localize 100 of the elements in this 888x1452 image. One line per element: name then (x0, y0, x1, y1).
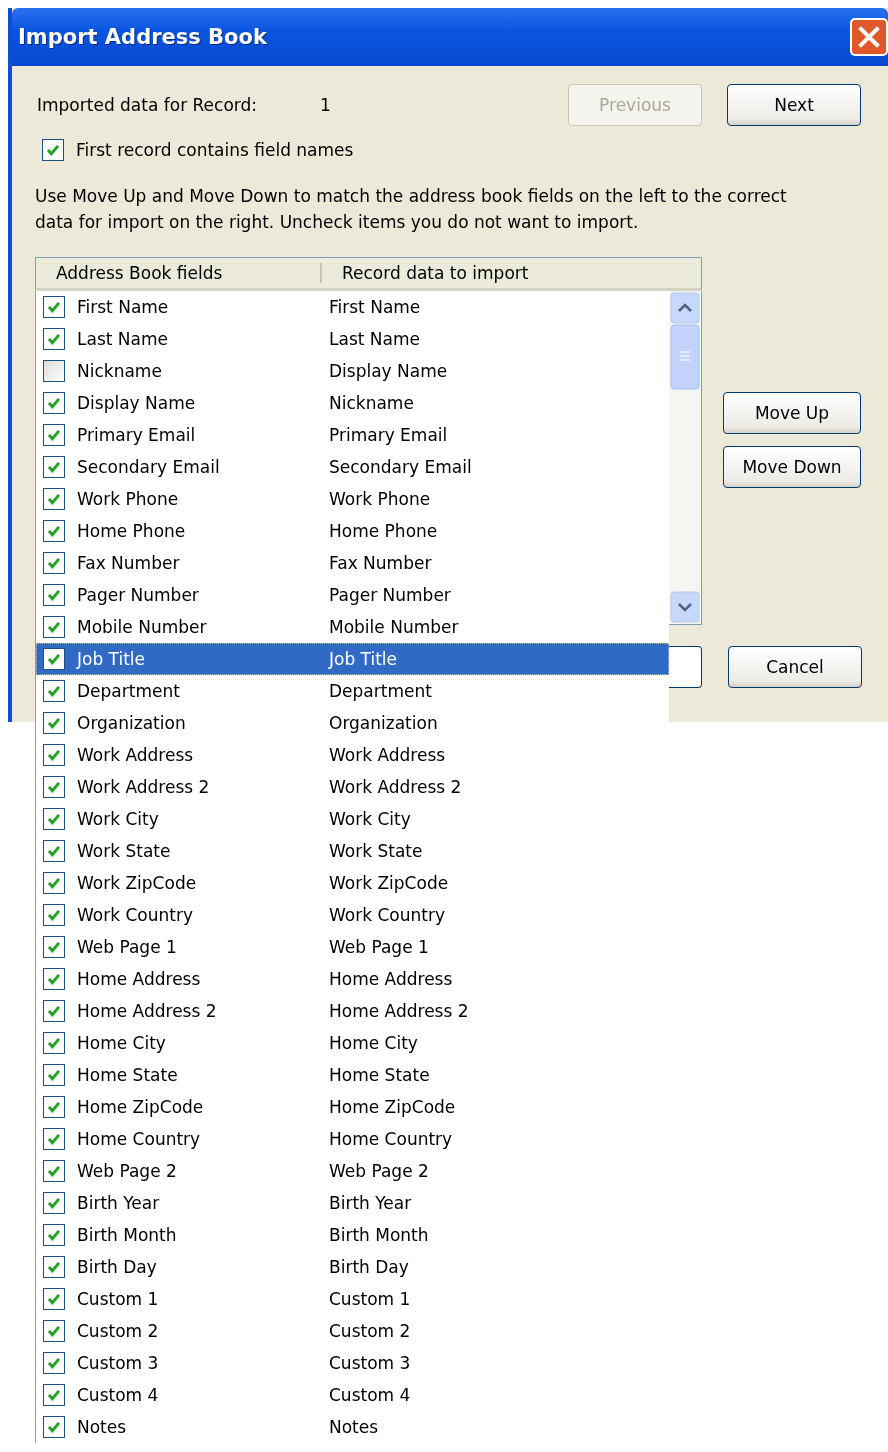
checkbox[interactable] (43, 968, 65, 990)
list-row[interactable]: Notes Notes (36, 1411, 669, 1443)
scrollbar[interactable] (669, 291, 702, 625)
checkbox[interactable] (43, 296, 65, 318)
checkbox[interactable] (43, 840, 65, 862)
checkbox[interactable] (43, 1032, 65, 1054)
list-row[interactable]: Custom 3 Custom 3 (36, 1347, 669, 1379)
checkbox[interactable] (43, 1416, 65, 1438)
list-row[interactable]: Work City Work City (36, 803, 669, 835)
checkbox[interactable] (43, 680, 65, 702)
field-name: Work State (77, 841, 172, 861)
checkbox[interactable] (43, 1160, 65, 1182)
checkbox[interactable] (43, 1320, 65, 1342)
list-row[interactable]: Work Country Work Country (36, 899, 669, 931)
list-row[interactable]: Custom 4 Custom 4 (36, 1379, 669, 1411)
record-value: Pager Number (329, 585, 451, 605)
checkbox[interactable] (43, 392, 65, 414)
record-value: Secondary Email (329, 457, 472, 477)
list-row[interactable]: Custom 1 Custom 1 (36, 1283, 669, 1315)
field-name: Mobile Number (77, 617, 208, 637)
scroll-down-icon[interactable] (670, 591, 700, 623)
checkbox[interactable] (43, 520, 65, 542)
checkbox[interactable] (43, 1288, 65, 1310)
checkbox[interactable] (43, 328, 65, 350)
checkbox[interactable] (43, 1000, 65, 1022)
next-button[interactable]: Next (727, 84, 861, 126)
checkbox[interactable] (43, 1256, 65, 1278)
checkbox[interactable] (43, 872, 65, 894)
field-name: Nickname (77, 361, 163, 381)
list-row[interactable]: Home Address 2 Home Address 2 (36, 995, 669, 1027)
checkbox[interactable] (43, 488, 65, 510)
list-row[interactable]: Work State Work State (36, 835, 669, 867)
checkbox[interactable] (43, 776, 65, 798)
record-value: First Name (329, 297, 421, 317)
close-icon[interactable] (850, 18, 888, 56)
list-row[interactable]: Home Country Home Country (36, 1123, 669, 1155)
cancel-button[interactable]: Cancel (728, 646, 862, 688)
list-row[interactable]: Work Phone Work Phone (36, 483, 669, 515)
list-row[interactable]: Work Address 2 Work Address 2 (36, 771, 669, 803)
list-row[interactable]: Web Page 1 Web Page 1 (36, 931, 669, 963)
checkbox[interactable] (43, 936, 65, 958)
checkbox[interactable] (43, 424, 65, 446)
checkbox[interactable] (43, 744, 65, 766)
list-row[interactable]: Work ZipCode Work ZipCode (36, 867, 669, 899)
list-row[interactable]: Last Name Last Name (36, 323, 669, 355)
field-name: Custom 2 (77, 1321, 160, 1341)
list-row[interactable]: Display Name Nickname (36, 387, 669, 419)
list-row[interactable]: Home Phone Home Phone (36, 515, 669, 547)
field-name: Pager Number (77, 585, 200, 605)
checkbox[interactable] (43, 456, 65, 478)
field-name: Department (77, 681, 181, 701)
list-row[interactable]: Fax Number Fax Number (36, 547, 669, 579)
column-header[interactable]: Record data to import (322, 263, 701, 283)
list-row[interactable]: Home Address Home Address (36, 963, 669, 995)
record-value: Job Title (329, 649, 398, 669)
checkbox[interactable] (43, 584, 65, 606)
list-row[interactable]: Home ZipCode Home ZipCode (36, 1091, 669, 1123)
list-row[interactable]: Nickname Display Name (36, 355, 669, 387)
checkbox[interactable] (42, 139, 64, 161)
list-row[interactable]: First Name First Name (36, 291, 669, 323)
checkbox[interactable] (43, 1096, 65, 1118)
checkbox[interactable] (43, 1352, 65, 1374)
checkbox[interactable] (43, 1064, 65, 1086)
column-header[interactable]: Address Book fields (36, 263, 322, 283)
list-row[interactable]: Mobile Number Mobile Number (36, 611, 669, 643)
checkbox[interactable] (43, 616, 65, 638)
list-row[interactable]: Department Department (36, 675, 669, 707)
checkbox[interactable] (43, 1384, 65, 1406)
list-row[interactable]: Birth Year Birth Year (36, 1187, 669, 1219)
checkbox[interactable] (43, 648, 65, 670)
record-value: Department (329, 681, 432, 701)
list-row[interactable]: Pager Number Pager Number (36, 579, 669, 611)
list-row[interactable]: Birth Day Birth Day (36, 1251, 669, 1283)
scroll-thumb[interactable] (670, 324, 700, 390)
list-row[interactable]: Work Address Work Address (36, 739, 669, 771)
checkbox[interactable] (43, 904, 65, 926)
record-value: Fax Number (329, 553, 432, 573)
checkbox[interactable] (43, 1192, 65, 1214)
partial-button[interactable] (669, 646, 702, 688)
list-row[interactable]: Primary Email Primary Email (36, 419, 669, 451)
checkbox[interactable] (43, 1224, 65, 1246)
list-row[interactable]: Home City Home City (36, 1027, 669, 1059)
record-value: Custom 2 (329, 1321, 411, 1341)
list-row[interactable]: Web Page 2 Web Page 2 (36, 1155, 669, 1187)
move-up-button[interactable]: Move Up (723, 392, 861, 434)
list-row[interactable]: Home State Home State (36, 1059, 669, 1091)
checkbox[interactable] (43, 712, 65, 734)
list-row[interactable]: Custom 2 Custom 2 (36, 1315, 669, 1347)
checkbox[interactable] (43, 808, 65, 830)
field-name: Custom 4 (77, 1385, 160, 1405)
list-row[interactable]: Job Title Job Title (36, 643, 669, 675)
record-value: Work ZipCode (329, 873, 449, 893)
checkbox[interactable] (43, 552, 65, 574)
list-row[interactable]: Birth Month Birth Month (36, 1219, 669, 1251)
checkbox[interactable] (43, 360, 65, 382)
list-row[interactable]: Secondary Email Secondary Email (36, 451, 669, 483)
scroll-up-icon[interactable] (670, 292, 700, 324)
list-row[interactable]: Organization Organization (36, 707, 669, 739)
move-down-button[interactable]: Move Down (723, 446, 861, 488)
checkbox[interactable] (43, 1128, 65, 1150)
